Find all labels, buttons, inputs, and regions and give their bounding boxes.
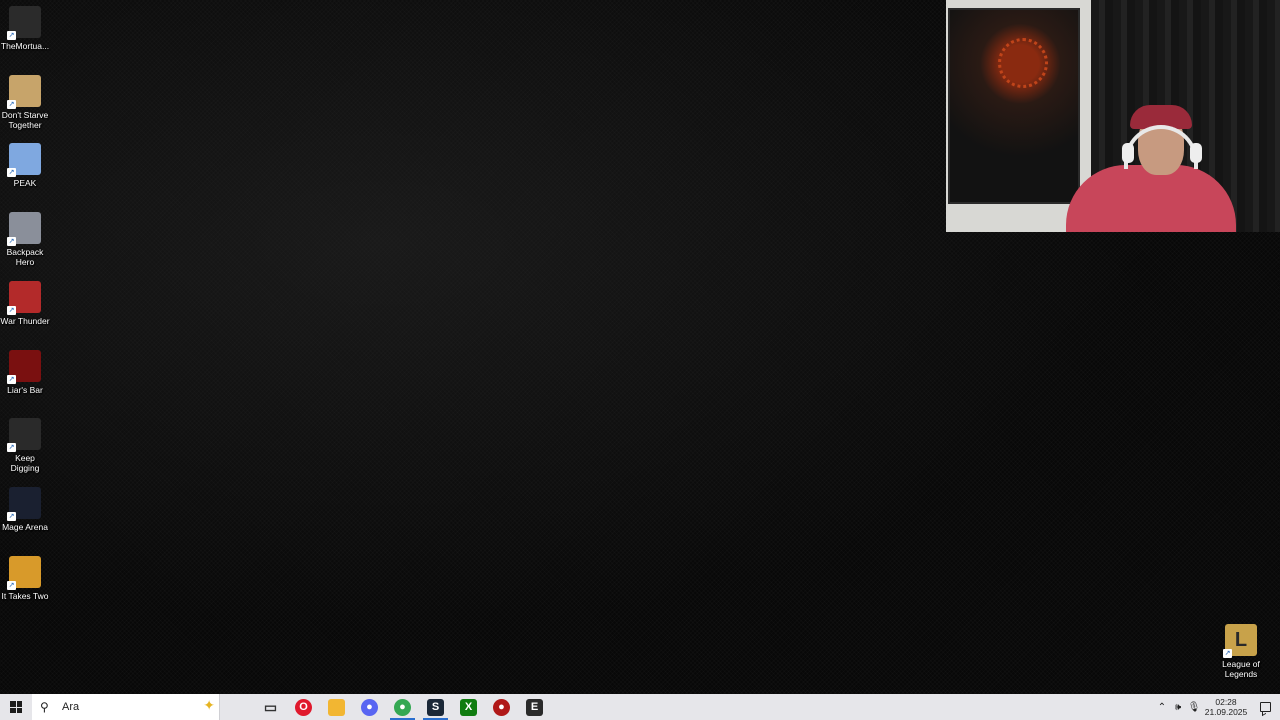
desktop-icon-label: Keep Digging bbox=[10, 453, 40, 474]
desktop-icon-the-mortuary-assistant[interactable]: ↗ TheMortua... bbox=[0, 6, 50, 51]
war-thunder-icon: ↗ bbox=[7, 280, 41, 315]
taskbar-search[interactable]: ⚲ ✦ bbox=[32, 694, 220, 720]
webcam-overlay bbox=[946, 0, 1280, 232]
search-input[interactable] bbox=[62, 701, 182, 713]
headset-ear-left bbox=[1122, 143, 1134, 163]
liars-bar-icon: ↗ bbox=[7, 349, 41, 384]
peak-icon: ↗ bbox=[7, 143, 41, 178]
desktop-icon-keep-digging[interactable]: ↗ Keep Digging bbox=[0, 418, 50, 473]
headset-ear-right bbox=[1190, 143, 1202, 163]
taskbar-app-chrome[interactable]: ● bbox=[386, 694, 419, 720]
shirt bbox=[1066, 165, 1236, 232]
shortcut-arrow-icon: ↗ bbox=[7, 580, 16, 590]
it-takes-two-icon: ↗ bbox=[7, 555, 41, 590]
shortcut-arrow-icon: ↗ bbox=[7, 511, 16, 521]
shortcut-arrow-icon: ↗ bbox=[7, 99, 16, 109]
clock-date: 21.09.2025 bbox=[1204, 707, 1248, 717]
volume-icon[interactable]: 🕪 bbox=[1170, 702, 1186, 713]
steam-icon: S bbox=[427, 698, 444, 716]
start-button[interactable] bbox=[0, 694, 32, 720]
search-icon: ⚲ bbox=[40, 700, 49, 714]
notification-icon bbox=[1259, 702, 1271, 712]
desktop-icon-label: Backpack Hero bbox=[6, 247, 44, 268]
desktop-icon-it-takes-two[interactable]: ↗ It Takes Two bbox=[0, 555, 50, 601]
poster-sun bbox=[998, 38, 1048, 88]
dont-starve-together-icon: ↗ bbox=[7, 74, 41, 109]
desktop-icon-league-of-legends[interactable]: L ↗ League of Legends bbox=[1216, 624, 1266, 679]
taskbar-app-discord[interactable]: ● bbox=[353, 694, 386, 720]
taskbar-apps: ▭ O ● ● S X ● E bbox=[254, 694, 551, 720]
league-of-legends-icon: L ↗ bbox=[1223, 624, 1257, 658]
desktop-icon-war-thunder[interactable]: ↗ War Thunder bbox=[0, 280, 50, 326]
microphone-icon[interactable]: 🎙 bbox=[1186, 702, 1202, 713]
desktop-icon-backpack-hero[interactable]: ↗ Backpack Hero bbox=[0, 212, 50, 267]
desktop-icon-label: League of Legends bbox=[1222, 659, 1260, 679]
desktop-icon-liars-bar[interactable]: ↗ Liar's Bar bbox=[0, 349, 50, 395]
chevron-up-icon[interactable]: ⌃ bbox=[1154, 702, 1170, 713]
taskbar-app-epic-games[interactable]: E bbox=[518, 694, 551, 720]
system-tray: ⌃ 🕪 🎙 02:28 21.09.2025 bbox=[1154, 694, 1280, 720]
chrome-icon: ● bbox=[394, 698, 411, 716]
desktop-icon-label: Liar's Bar bbox=[7, 384, 43, 395]
taskbar: ⚲ ✦ ▭ O ● ● SX ● E ⌃ 🕪 🎙 02:28 21.09.2025 bbox=[0, 694, 1280, 720]
taskbar-app-file-explorer[interactable] bbox=[320, 694, 353, 720]
taskbar-app-app-red-black[interactable]: ● bbox=[485, 694, 518, 720]
clock-time: 02:28 bbox=[1215, 697, 1237, 707]
headset bbox=[1124, 125, 1198, 169]
windows-logo-icon bbox=[10, 701, 22, 713]
poster bbox=[948, 8, 1080, 204]
taskbar-app-xbox[interactable]: X bbox=[452, 694, 485, 720]
discord-icon: ● bbox=[361, 698, 378, 716]
xbox-icon: X bbox=[460, 698, 477, 716]
desktop-icon-mage-arena[interactable]: ↗ Mage Arena bbox=[0, 486, 50, 532]
opera-icon: O bbox=[295, 698, 312, 716]
shortcut-arrow-icon: ↗ bbox=[7, 237, 16, 247]
desktop-icon-label: Mage Arena bbox=[2, 521, 48, 532]
shortcut-arrow-icon: ↗ bbox=[1223, 649, 1232, 658]
mage-arena-icon: ↗ bbox=[7, 486, 41, 521]
the-mortuary-assistant-icon: ↗ bbox=[7, 6, 41, 40]
shortcut-arrow-icon: ↗ bbox=[7, 374, 16, 384]
desktop-icon-label: It Takes Two bbox=[1, 590, 49, 601]
desktop: ↗ TheMortua... ↗ Don't Starve Together ↗ PEAK… bbox=[0, 0, 1280, 694]
epic-games-icon: E bbox=[526, 698, 543, 716]
desktop-icon-label: War Thunder bbox=[0, 315, 50, 326]
desktop-icon-label: TheMortua... bbox=[0, 41, 50, 51]
folder-icon bbox=[328, 698, 345, 716]
shortcut-arrow-icon: ↗ bbox=[7, 305, 16, 315]
shortcut-arrow-icon: ↗ bbox=[7, 168, 16, 178]
streamer bbox=[1066, 105, 1236, 232]
shortcut-arrow-icon: ↗ bbox=[7, 443, 16, 453]
task-view-icon: ▭ bbox=[263, 698, 278, 715]
backpack-hero-icon: ↗ bbox=[7, 212, 41, 247]
desktop-icon-peak[interactable]: ↗ PEAK bbox=[0, 143, 50, 188]
game-launcher-icon: ● bbox=[493, 698, 510, 716]
taskbar-app-task-view[interactable]: ▭ bbox=[254, 694, 287, 720]
desktop-icon-dont-starve-together[interactable]: ↗ Don't Starve Together bbox=[0, 74, 50, 130]
clock[interactable]: 02:28 21.09.2025 bbox=[1202, 697, 1250, 717]
taskbar-app-opera[interactable]: O bbox=[287, 694, 320, 720]
keep-digging-icon: ↗ bbox=[7, 418, 41, 453]
desktop-icon-label: Don't Starve Together bbox=[1, 109, 49, 130]
taskbar-app-steam[interactable]: S bbox=[419, 694, 452, 720]
notification-button[interactable] bbox=[1250, 694, 1280, 720]
shortcut-arrow-icon: ↗ bbox=[7, 31, 16, 40]
desktop-icon-label: PEAK bbox=[13, 178, 37, 189]
search-highlight-icon: ✦ bbox=[203, 697, 215, 713]
